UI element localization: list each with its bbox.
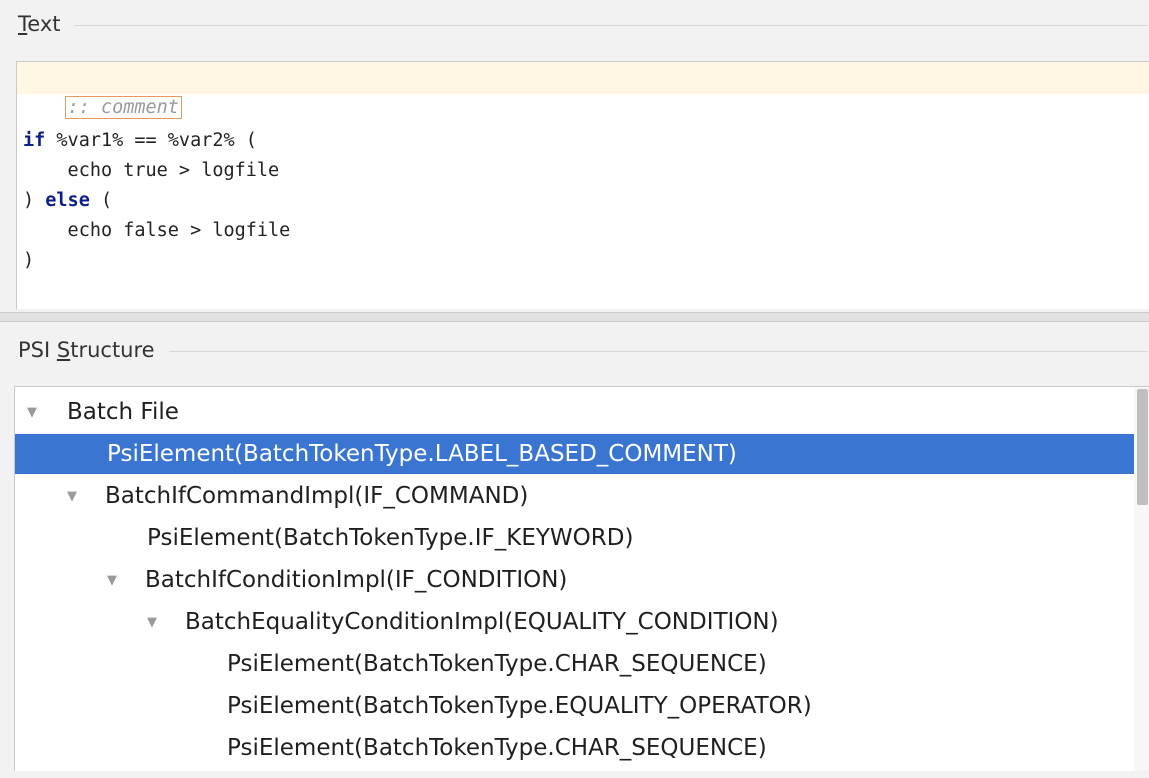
code-line-else: ) else ( [23, 190, 113, 211]
tree-node-char-sequence-2[interactable]: PsiElement(BatchTokenType.CHAR_SEQUENCE) [15, 728, 1134, 768]
section-divider [168, 351, 1148, 352]
psi-title-label: PSI Structure [18, 338, 155, 362]
else-keyword: else [45, 190, 90, 211]
tree-node-char-sequence-1[interactable]: PsiElement(BatchTokenType.CHAR_SEQUENCE) [15, 644, 1134, 684]
expand-arrow-icon[interactable]: ▼ [67, 477, 89, 517]
scrollbar-thumb[interactable] [1137, 389, 1148, 505]
tree-node-equality-condition[interactable]: ▼ BatchEqualityConditionImpl(EQUALITY_CON… [15, 602, 1134, 642]
caret-line-highlight [17, 62, 1149, 94]
psi-tree[interactable]: ▼ Batch File PsiElement(BatchTokenType.LA… [14, 386, 1149, 771]
tree-node-batch-file[interactable]: ▼ Batch File [15, 392, 1134, 432]
code-line-close: ) [23, 250, 35, 271]
code-editor[interactable]: :: comment if %var1% == %var2% ( echo tr… [16, 61, 1149, 309]
code-line-1: :: comment [23, 63, 182, 119]
expand-arrow-icon[interactable]: ▼ [27, 393, 49, 433]
comment-token: :: comment [64, 96, 182, 119]
vertical-scrollbar[interactable] [1134, 387, 1149, 771]
expand-arrow-icon[interactable]: ▼ [147, 603, 169, 643]
code-line-echo-true: echo true > logfile [23, 160, 280, 181]
section-divider [74, 25, 1148, 26]
expand-arrow-icon[interactable]: ▼ [107, 561, 129, 601]
if-keyword: if [23, 130, 46, 151]
panel-splitter[interactable] [0, 312, 1149, 322]
code-line-echo-false: echo false > logfile [23, 220, 291, 241]
code-line-if: if %var1% == %var2% ( [23, 130, 257, 151]
tree-node-if-command[interactable]: ▼ BatchIfCommandImpl(IF_COMMAND) [15, 476, 1134, 516]
psi-section-title: PSI Structure [18, 338, 1148, 362]
tree-node-label-comment[interactable]: PsiElement(BatchTokenType.LABEL_BASED_CO… [15, 434, 1134, 474]
text-title-label: Text [18, 12, 61, 36]
tree-node-if-condition[interactable]: ▼ BatchIfConditionImpl(IF_CONDITION) [15, 560, 1134, 600]
text-section-title: Text [18, 12, 1148, 36]
tree-node-equality-operator[interactable]: PsiElement(BatchTokenType.EQUALITY_OPERA… [15, 686, 1134, 726]
tree-node-if-keyword[interactable]: PsiElement(BatchTokenType.IF_KEYWORD) [15, 518, 1134, 558]
